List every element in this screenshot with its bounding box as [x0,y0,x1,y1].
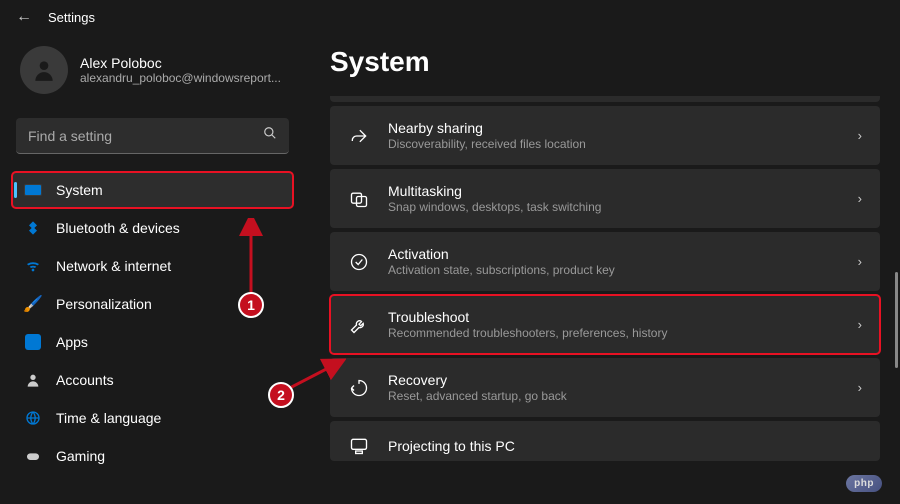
sidebar-item-label: Apps [56,334,88,350]
profile-email: alexandru_poloboc@windowsreport... [80,71,281,85]
page-title: System [330,46,880,78]
apps-icon [24,333,42,351]
sidebar-item-bluetooth[interactable]: Bluetooth & devices [12,210,293,246]
sidebar-item-label: Gaming [56,448,105,464]
multitask-icon [348,188,370,210]
sidebar-item-label: System [56,182,103,198]
setting-recovery[interactable]: Recovery Reset, advanced startup, go bac… [330,358,880,417]
setting-multitasking[interactable]: Multitasking Snap windows, desktops, tas… [330,169,880,228]
gaming-icon [24,447,42,465]
bluetooth-icon [24,219,42,237]
setting-desc: Activation state, subscriptions, product… [388,263,840,277]
setting-desc: Recommended troubleshooters, preferences… [388,326,840,340]
chevron-right-icon: › [858,128,862,143]
wrench-icon [348,314,370,336]
accounts-icon [24,371,42,389]
sidebar-item-label: Personalization [56,296,152,312]
sidebar: Alex Poloboc alexandru_poloboc@windowsre… [0,34,305,476]
setting-desc: Snap windows, desktops, task switching [388,200,840,214]
partial-item-top [330,96,880,102]
setting-title: Projecting to this PC [388,438,862,454]
chevron-right-icon: › [858,317,862,332]
setting-activation[interactable]: Activation Activation state, subscriptio… [330,232,880,291]
profile-block[interactable]: Alex Poloboc alexandru_poloboc@windowsre… [12,34,293,114]
sidebar-item-label: Bluetooth & devices [56,220,180,236]
chevron-right-icon: › [858,254,862,269]
setting-projecting[interactable]: Projecting to this PC [330,421,880,461]
sidebar-item-accounts[interactable]: Accounts [12,362,293,398]
chevron-right-icon: › [858,380,862,395]
search-field[interactable] [28,128,263,144]
share-icon [348,125,370,147]
setting-troubleshoot[interactable]: Troubleshoot Recommended troubleshooters… [330,295,880,354]
sidebar-item-gaming[interactable]: Gaming [12,438,293,474]
setting-title: Troubleshoot [388,309,840,325]
check-circle-icon [348,251,370,273]
search-input[interactable] [16,118,289,154]
recovery-icon [348,377,370,399]
setting-title: Activation [388,246,840,262]
watermark: php [846,475,882,492]
system-icon [24,181,42,199]
setting-title: Multitasking [388,183,840,199]
globe-icon [24,409,42,427]
main-content: System Nearby sharing Discoverability, r… [305,34,900,504]
setting-title: Nearby sharing [388,120,840,136]
sidebar-item-label: Accounts [56,372,114,388]
profile-name: Alex Poloboc [80,55,281,71]
sidebar-item-label: Network & internet [56,258,171,274]
sidebar-item-label: Time & language [56,410,161,426]
wifi-icon [24,257,42,275]
sidebar-item-system[interactable]: System [12,172,293,208]
setting-title: Recovery [388,372,840,388]
avatar [20,46,68,94]
back-icon[interactable]: ← [16,8,32,26]
search-icon [263,126,277,145]
sidebar-item-personalization[interactable]: 🖌️ Personalization [12,286,293,322]
sidebar-item-network[interactable]: Network & internet [12,248,293,284]
setting-desc: Reset, advanced startup, go back [388,389,840,403]
chevron-right-icon: › [858,191,862,206]
brush-icon: 🖌️ [24,295,42,313]
window-title: Settings [48,10,95,25]
sidebar-item-time[interactable]: Time & language [12,400,293,436]
sidebar-item-apps[interactable]: Apps [12,324,293,360]
projecting-icon [348,435,370,457]
setting-nearby-sharing[interactable]: Nearby sharing Discoverability, received… [330,106,880,165]
setting-desc: Discoverability, received files location [388,137,840,151]
scrollbar[interactable] [895,272,898,368]
